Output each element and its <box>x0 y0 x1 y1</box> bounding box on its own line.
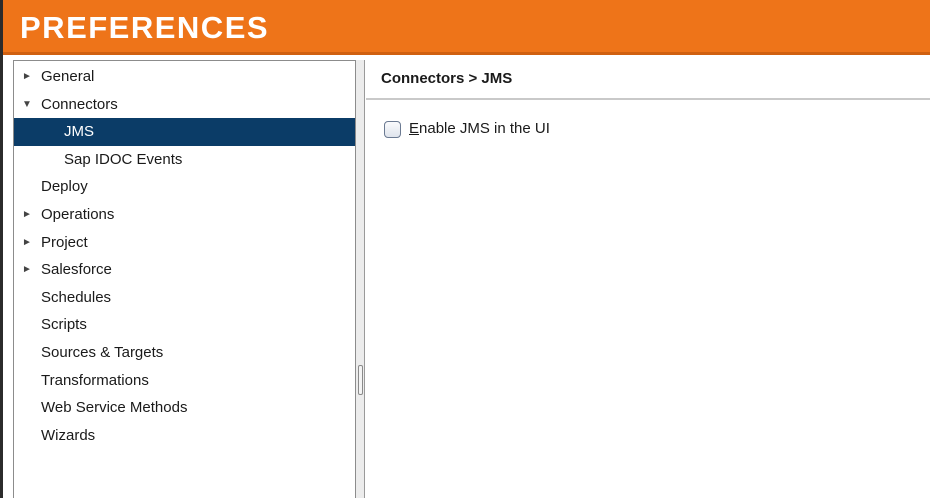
enable-jms-option[interactable]: Enable JMS in the UI <box>384 118 550 140</box>
tree-item-label: Scripts <box>41 316 87 334</box>
tree-item-label: Transformations <box>41 371 149 389</box>
tree-item-label: Project <box>41 233 88 251</box>
tree-item-schedules[interactable]: Schedules <box>14 284 355 312</box>
tree-list: ► General ▼ Connectors JMS Sap IDOC Events Dep… <box>14 61 355 449</box>
enable-jms-checkbox[interactable] <box>384 120 401 138</box>
enable-jms-label-text: nable JMS in the UI <box>419 120 550 137</box>
tree-item-transformations[interactable]: Transformations <box>14 367 355 395</box>
title-bar: PREFERENCES <box>3 0 930 55</box>
tree-item-label: Deploy <box>41 178 88 196</box>
panel-breadcrumb: Connectors > JMS <box>381 70 513 87</box>
tree-item-scripts[interactable]: Scripts <box>14 311 355 339</box>
tree-item-label: Wizards <box>41 426 96 444</box>
tree-item-jms[interactable]: JMS <box>14 118 355 146</box>
tree-item-salesforce[interactable]: ► Salesforce <box>14 256 355 284</box>
tree-item-sources-and-targets[interactable]: Sources & Targets <box>14 339 355 367</box>
preferences-window: PREFERENCES ► General ▼ Connectors JMS Sap ID… <box>0 0 930 498</box>
tree-item-project[interactable]: ► Project <box>14 229 355 257</box>
tree-item-label: General <box>41 68 95 85</box>
preferences-tree[interactable]: ► General ▼ Connectors JMS Sap IDOC Events Dep… <box>13 60 356 498</box>
collapsed-arrow-icon[interactable]: ► <box>22 256 32 284</box>
collapsed-arrow-icon[interactable]: ► <box>22 63 32 91</box>
tree-item-connectors[interactable]: ▼ Connectors <box>14 91 355 119</box>
tree-item-web-service-methods[interactable]: Web Service Methods <box>14 394 355 422</box>
tree-item-wizards[interactable]: Wizards <box>14 422 355 450</box>
tree-item-label: Connectors <box>41 95 118 113</box>
tree-item-label: JMS <box>64 123 94 141</box>
settings-panel: Connectors > JMS Enable JMS in the UI <box>366 60 930 498</box>
tree-item-deploy[interactable]: Deploy <box>14 173 355 201</box>
enable-jms-mnemonic: E <box>409 120 420 137</box>
collapsed-arrow-icon[interactable]: ► <box>22 229 32 257</box>
tree-item-operations[interactable]: ► Operations <box>14 201 355 229</box>
tree-item-sap-idoc-events[interactable]: Sap IDOC Events <box>14 146 355 174</box>
tree-item-label: Operations <box>41 205 115 223</box>
split-pane-divider[interactable] <box>356 60 365 498</box>
panel-header: Connectors > JMS <box>366 60 930 100</box>
tree-item-label: Web Service Methods <box>41 399 188 417</box>
tree-item-label: Sources & Targets <box>41 343 164 361</box>
enable-jms-label[interactable]: Enable JMS in the UI <box>409 119 550 139</box>
tree-item-label: Schedules <box>41 288 112 306</box>
window-title: PREFERENCES <box>20 10 270 45</box>
collapsed-arrow-icon[interactable]: ► <box>22 201 32 229</box>
tree-item-general[interactable]: ► General <box>14 63 355 91</box>
expanded-arrow-icon[interactable]: ▼ <box>22 91 32 119</box>
tree-item-label: Salesforce <box>41 261 112 279</box>
divider-grip-icon[interactable] <box>358 365 363 395</box>
tree-item-label: Sap IDOC Events <box>64 150 183 168</box>
